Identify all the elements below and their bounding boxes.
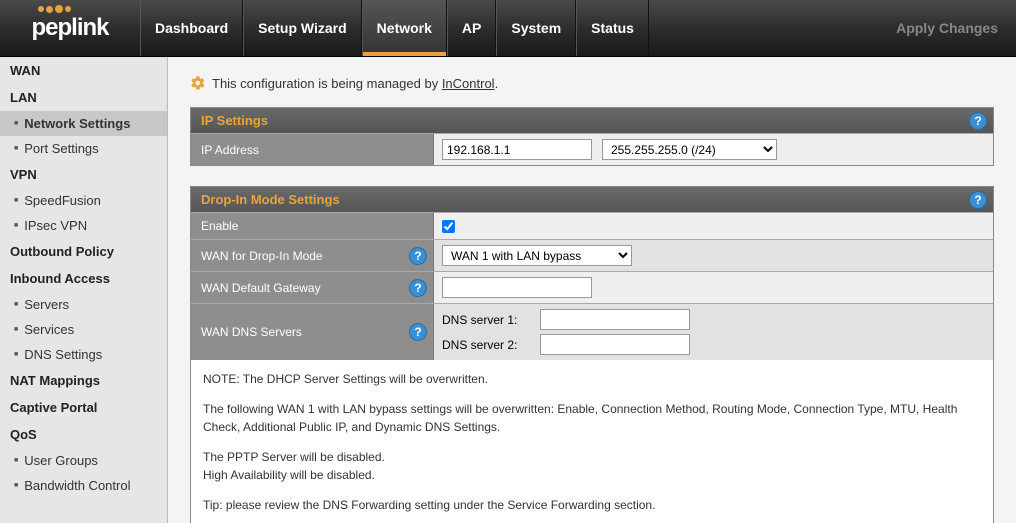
- sidebar-section-wan[interactable]: WAN: [0, 57, 167, 84]
- sidebar-section-lan[interactable]: LAN: [0, 84, 167, 111]
- dns1-input[interactable]: [540, 309, 690, 330]
- subnet-mask-select[interactable]: 255.255.255.0 (/24): [602, 139, 777, 160]
- sidebar-item-user-groups[interactable]: User Groups: [0, 448, 167, 473]
- wan-gateway-label: WAN Default Gateway ?: [191, 272, 434, 303]
- sidebar-item-speedfusion[interactable]: SpeedFusion: [0, 188, 167, 213]
- wan-gateway-input[interactable]: [442, 277, 592, 298]
- wan-dropin-label: WAN for Drop-In Mode ?: [191, 240, 434, 271]
- tab-status[interactable]: Status: [576, 0, 649, 56]
- sidebar-item-servers[interactable]: Servers: [0, 292, 167, 317]
- sidebar-section-qos[interactable]: QoS: [0, 421, 167, 448]
- sidebar-section-vpn[interactable]: VPN: [0, 161, 167, 188]
- top-bar: peplink Dashboard Setup Wizard Network A…: [0, 0, 1016, 57]
- help-icon[interactable]: ?: [969, 112, 987, 130]
- brand-text: peplink: [31, 14, 108, 41]
- sidebar-item-bandwidth-control[interactable]: Bandwidth Control: [0, 473, 167, 498]
- incontrol-link[interactable]: InControl: [442, 76, 495, 91]
- sidebar-item-services[interactable]: Services: [0, 317, 167, 342]
- tab-dashboard[interactable]: Dashboard: [140, 0, 243, 56]
- help-icon[interactable]: ?: [409, 323, 427, 341]
- tab-ap[interactable]: AP: [447, 0, 496, 56]
- brand-logo: peplink: [0, 0, 140, 56]
- tab-system[interactable]: System: [496, 0, 576, 56]
- sidebar: WAN LAN Network Settings Port Settings V…: [0, 57, 168, 523]
- tab-network[interactable]: Network: [362, 0, 447, 56]
- enable-label: Enable: [191, 213, 434, 239]
- ip-address-input[interactable]: [442, 139, 592, 160]
- dropin-mode-header: Drop-In Mode Settings ?: [191, 187, 993, 212]
- dns1-label: DNS server 1:: [442, 313, 534, 327]
- dropin-mode-panel: Drop-In Mode Settings ? Enable WAN for D…: [190, 186, 994, 523]
- ip-address-label: IP Address: [191, 134, 434, 165]
- notice-text: This configuration is being managed by I…: [212, 76, 498, 91]
- sidebar-item-dns-settings[interactable]: DNS Settings: [0, 342, 167, 367]
- wan-dropin-select[interactable]: WAN 1 with LAN bypass: [442, 245, 632, 266]
- apply-changes-button[interactable]: Apply Changes: [878, 0, 1016, 56]
- wan-dns-label: WAN DNS Servers ?: [191, 304, 434, 360]
- main-content: This configuration is being managed by I…: [168, 57, 1016, 523]
- sidebar-item-network-settings[interactable]: Network Settings: [0, 111, 167, 136]
- top-nav: Dashboard Setup Wizard Network AP System…: [140, 0, 1016, 56]
- ip-settings-header: IP Settings ?: [191, 108, 993, 133]
- sidebar-item-port-settings[interactable]: Port Settings: [0, 136, 167, 161]
- sidebar-section-captive-portal[interactable]: Captive Portal: [0, 394, 167, 421]
- sidebar-section-inbound-access[interactable]: Inbound Access: [0, 265, 167, 292]
- help-icon[interactable]: ?: [409, 247, 427, 265]
- help-icon[interactable]: ?: [409, 279, 427, 297]
- incontrol-notice: This configuration is being managed by I…: [190, 75, 994, 91]
- dropin-note: NOTE: The DHCP Server Settings will be o…: [191, 360, 993, 523]
- sidebar-section-outbound-policy[interactable]: Outbound Policy: [0, 238, 167, 265]
- sidebar-item-ipsec-vpn[interactable]: IPsec VPN: [0, 213, 167, 238]
- sidebar-section-nat-mappings[interactable]: NAT Mappings: [0, 367, 167, 394]
- dns2-label: DNS server 2:: [442, 338, 534, 352]
- logo-dots-icon: [38, 6, 71, 13]
- ip-settings-panel: IP Settings ? IP Address 255.255.255.0 (…: [190, 107, 994, 166]
- tab-setup-wizard[interactable]: Setup Wizard: [243, 0, 362, 56]
- dns2-input[interactable]: [540, 334, 690, 355]
- enable-checkbox[interactable]: [442, 220, 455, 233]
- help-icon[interactable]: ?: [969, 191, 987, 209]
- gear-icon: [190, 75, 206, 91]
